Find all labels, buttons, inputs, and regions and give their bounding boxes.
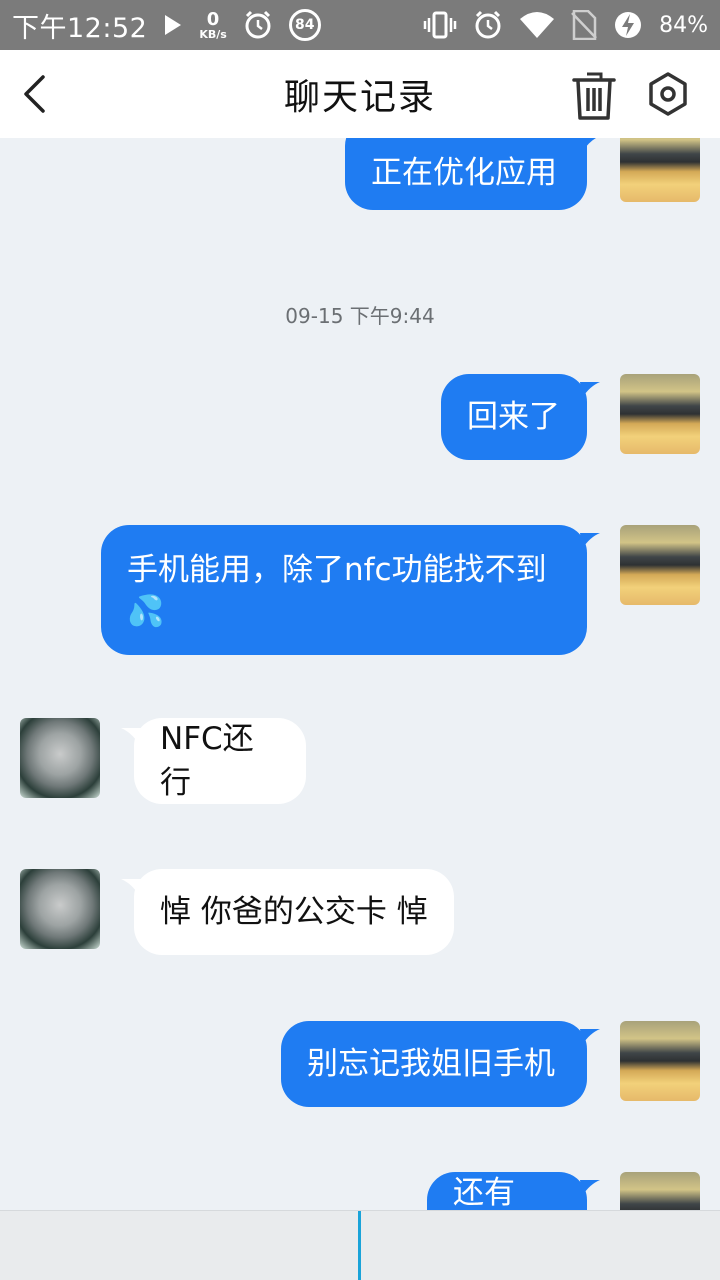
page-title: 聊天记录 (283, 77, 436, 118)
battery-charging-icon (613, 10, 643, 40)
message-bubble-sent[interactable]: 别忘记我姐旧手机 (281, 1021, 587, 1107)
message-text: 正在优化应用 (371, 155, 557, 191)
bubble-tail (580, 1029, 600, 1045)
bubble-tail (580, 1180, 600, 1196)
message-bubble-sent[interactable]: 还有nfc (427, 1172, 587, 1210)
settings-button[interactable] (642, 68, 694, 120)
message-timestamp: 09-15 下午9:44 (285, 304, 435, 328)
message-text: 别忘记我姐旧手机 (307, 1046, 555, 1082)
message-bubble-received[interactable]: NFC还行 (134, 718, 306, 804)
emoji-sweat-droplets: 💦 (127, 594, 165, 629)
my-avatar[interactable] (620, 1172, 700, 1210)
message-text: 还有nfc (453, 1175, 515, 1210)
message-bubble-sent[interactable]: 正在优化应用 (345, 138, 587, 210)
message-bubble-received[interactable]: 悼 你爸的公交卡 悼 (134, 869, 454, 955)
network-speed: 0 KB/s (199, 8, 227, 41)
message-text: 手机能用，除了nfc功能找不到 (127, 552, 547, 588)
speed-unit: KB/s (199, 27, 227, 41)
trash-icon (572, 72, 616, 120)
back-button[interactable] (14, 70, 54, 118)
message-bubble-sent[interactable]: 手机能用，除了nfc功能找不到 💦 (101, 525, 587, 655)
message-text: NFC还行 (160, 721, 254, 801)
delete-history-button[interactable] (566, 68, 622, 124)
status-bar: 下午12:52 0 KB/s 84 84% (0, 0, 720, 50)
bubble-tail (580, 382, 600, 398)
contact-avatar[interactable] (20, 869, 100, 949)
header-bar: 聊天记录 (0, 50, 720, 138)
bubble-tail (580, 533, 600, 549)
chat-history[interactable]: 正在优化应用 09-15 下午9:44 回来了 手机能用，除了nfc功能找不到 … (0, 138, 720, 1210)
no-sim-icon (571, 10, 597, 40)
bubble-tail (580, 138, 596, 152)
back-arrow-icon (24, 75, 45, 113)
status-time: 下午12:52 (12, 12, 148, 44)
scroll-indicator (358, 1211, 361, 1280)
vibrate-icon (423, 10, 457, 40)
alarm-icon (473, 10, 503, 40)
battery-level: 84% (659, 12, 708, 38)
my-avatar[interactable] (620, 525, 700, 605)
my-avatar[interactable] (620, 1021, 700, 1101)
speed-value: 0 (206, 8, 220, 30)
alarm-icon (243, 10, 273, 40)
my-avatar[interactable] (620, 374, 700, 454)
message-text: 回来了 (467, 399, 560, 435)
message-text: 悼 你爸的公交卡 悼 (160, 894, 428, 930)
play-icon (163, 14, 183, 36)
wifi-icon (519, 11, 555, 39)
message-bubble-sent[interactable]: 回来了 (441, 374, 587, 460)
bottom-bar[interactable] (0, 1210, 720, 1280)
settings-icon (649, 72, 687, 116)
contact-avatar[interactable] (20, 718, 100, 798)
notification-badge: 84 (288, 9, 321, 41)
my-avatar[interactable] (620, 138, 700, 202)
